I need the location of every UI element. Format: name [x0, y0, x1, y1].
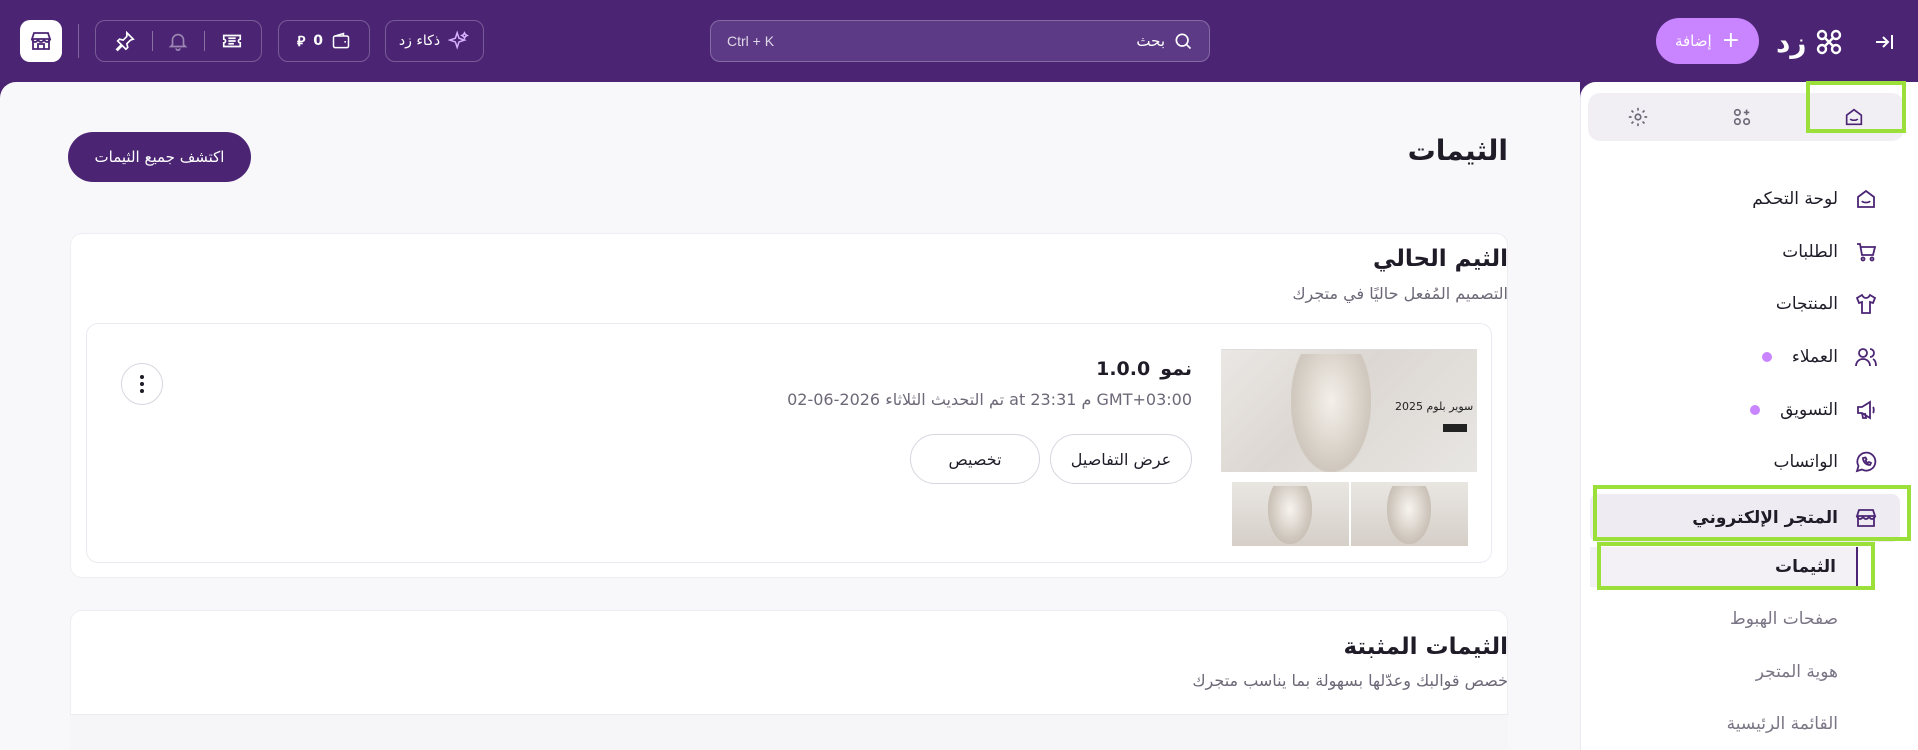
home-icon — [1854, 187, 1878, 211]
theme-updated-text: تم التحديث الثلاثاء 2026-06-02 at 23:31 … — [787, 390, 1192, 409]
sidebar-item-marketing[interactable]: التسويق — [1590, 390, 1900, 430]
sidebar-item-label: العملاء — [1791, 347, 1838, 367]
sidebar-subitem-landing-pages[interactable]: صفحات الهبوط — [1590, 599, 1858, 639]
sidebar-subitem-main-menu[interactable]: القائمة الرئيسية — [1590, 704, 1858, 744]
cart-icon — [1854, 240, 1878, 264]
ai-label: ذكاء زد — [398, 33, 441, 49]
search-input[interactable]: Ctrl + K بحث — [710, 20, 1210, 62]
sidebar-item-customers[interactable]: العملاء — [1590, 337, 1900, 377]
preview-button — [1443, 424, 1467, 432]
discover-themes-button[interactable]: اكتشف جميع الثيمات — [68, 132, 251, 182]
highlight-online-store — [1593, 485, 1911, 541]
sidebar-item-label: الواتساب — [1773, 452, 1839, 472]
sidebar-item-products[interactable]: المنتجات — [1590, 284, 1900, 324]
preview-header — [1221, 334, 1477, 350]
sidebar-item-label: المنتجات — [1775, 294, 1838, 314]
wallet-icon — [331, 31, 351, 51]
riyal-icon: ⃁ — [296, 34, 306, 50]
theme-preview-image[interactable]: سوير بلوم 2025 — [1221, 334, 1477, 472]
current-theme-subtitle: التصميم المُفعل حاليًا في متجرك — [1292, 284, 1508, 303]
divider — [78, 24, 79, 58]
ai-button[interactable]: ذكاء زد — [385, 20, 484, 62]
ticket-icon[interactable] — [220, 30, 244, 52]
logo-mark-icon — [1813, 26, 1845, 58]
logo-text: زد — [1776, 25, 1807, 59]
search-icon — [1173, 31, 1193, 51]
search-shortcut: Ctrl + K — [727, 33, 775, 49]
sidebar-subitem-store-identity[interactable]: هوية المتجر — [1590, 652, 1858, 692]
installed-themes-header — [70, 714, 1508, 750]
theme-thumbnail — [1232, 482, 1349, 546]
wallet-button[interactable]: ⃁ 0 — [278, 20, 370, 62]
sparkle-icon — [448, 30, 470, 52]
collapse-sidebar-icon[interactable] — [1872, 30, 1896, 54]
divider — [152, 31, 153, 51]
view-details-button[interactable]: عرض التفاصيل — [1050, 434, 1192, 484]
new-badge-dot — [1750, 405, 1761, 415]
users-icon — [1854, 345, 1878, 369]
installed-themes-title: الثيمات المثبتة — [1343, 634, 1508, 660]
page-title: الثيمات — [1407, 134, 1508, 167]
store-button[interactable] — [20, 20, 62, 62]
tab-settings-icon[interactable] — [1626, 105, 1650, 129]
divider — [204, 31, 205, 51]
highlight-themes — [1597, 542, 1875, 590]
sidebar-item-dashboard[interactable]: لوحة التحكم — [1590, 179, 1900, 219]
sidebar-item-orders[interactable]: الطلبات — [1590, 232, 1900, 272]
theme-title: نمو — [1160, 358, 1192, 380]
current-theme-title: الثيم الحالي — [1373, 246, 1508, 272]
sidebar-item-whatsapp[interactable]: الواتساب — [1590, 442, 1900, 482]
kebab-icon — [139, 374, 145, 394]
sidebar-item-label: الطلبات — [1782, 242, 1838, 262]
search-label: بحث — [1136, 32, 1165, 50]
pin-icon[interactable] — [114, 30, 136, 52]
wallet-amount: 0 — [313, 33, 324, 49]
theme-name: 1.0.0 نمو — [1096, 358, 1192, 380]
theme-thumbnail — [1351, 482, 1468, 546]
shortcuts-group — [95, 20, 262, 62]
store-icon — [29, 29, 53, 53]
installed-themes-subtitle: خصص قوالبك وعدّلها بسهولة بما يناسب متجر… — [1192, 671, 1508, 690]
whatsapp-icon — [1854, 450, 1878, 474]
preview-figure — [1291, 354, 1371, 472]
customize-button[interactable]: تخصيص — [910, 434, 1040, 484]
more-options-button[interactable] — [121, 363, 163, 405]
tab-apps-icon[interactable] — [1730, 105, 1754, 129]
theme-version: 1.0.0 — [1096, 358, 1151, 380]
plus-icon: + — [1721, 28, 1741, 53]
add-label: إضافة — [1674, 32, 1712, 50]
highlight-home-tab — [1806, 81, 1906, 133]
new-badge-dot — [1761, 352, 1772, 362]
zid-logo[interactable]: زد — [1776, 22, 1845, 62]
shirt-icon — [1854, 292, 1878, 316]
megaphone-icon — [1854, 398, 1878, 422]
sidebar-item-label: لوحة التحكم — [1752, 189, 1838, 209]
add-button[interactable]: إضافة + — [1656, 18, 1759, 64]
sidebar-item-label: التسويق — [1780, 400, 1838, 420]
preview-text: سوير بلوم 2025 — [1395, 400, 1474, 413]
bell-icon[interactable] — [167, 30, 189, 52]
